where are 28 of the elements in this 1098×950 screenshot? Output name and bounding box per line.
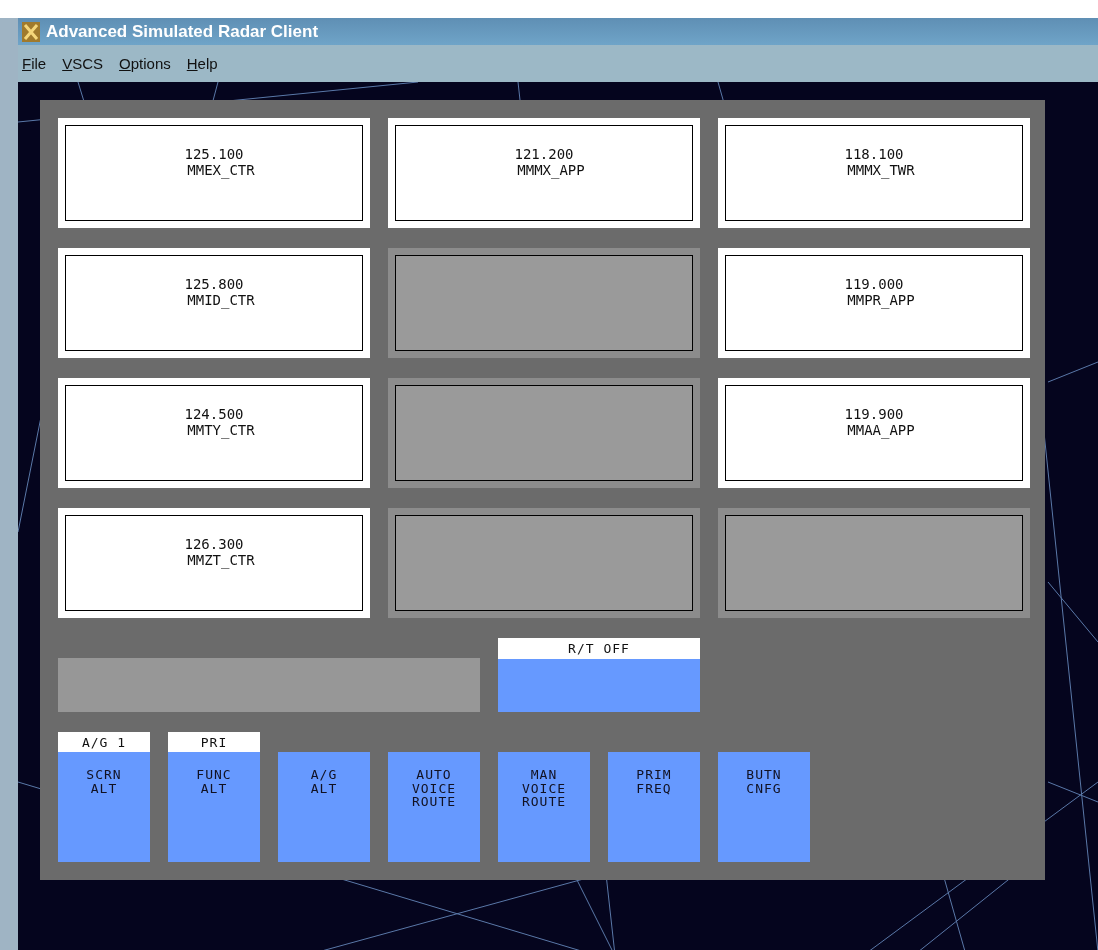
frequency-key[interactable]: 118.100 MMMX_TWR [718,118,1030,228]
function-key[interactable]: AUTO VOICE ROUTE [388,752,480,862]
frequency-key[interactable]: 121.200 MMMX_APP [388,118,700,228]
function-key[interactable]: PRIM FREQ [608,752,700,862]
menu-item[interactable]: Options [119,55,171,72]
frequency-key[interactable]: 124.500 MMTY_CTR [58,378,370,488]
key-status-label: PRI [168,732,260,752]
function-key[interactable]: FUNC ALT [168,752,260,862]
window-title: Advanced Simulated Radar Client [46,21,319,42]
key-status-label: A/G 1 [58,732,150,752]
empty-key[interactable] [388,248,700,358]
frequency-key[interactable]: 125.100 MMEX_CTR [58,118,370,228]
menu-item[interactable]: VSCS [62,55,104,72]
frequency-key[interactable]: 125.800 MMID_CTR [58,248,370,358]
empty-key[interactable] [388,378,700,488]
empty-key[interactable] [718,508,1030,618]
rt-status-label: R/T OFF [498,638,700,659]
menu-item[interactable]: File [22,55,47,72]
function-key[interactable]: MAN VOICE ROUTE [498,752,590,862]
app-icon [22,21,40,42]
function-key[interactable]: BUTN CNFG [718,752,810,862]
menu-item[interactable]: Help [186,55,218,72]
frequency-key[interactable]: 126.300 MMZT_CTR [58,508,370,618]
function-key[interactable]: A/G ALT [278,752,370,862]
frequency-key[interactable]: 119.900 MMAA_APP [718,378,1030,488]
function-key[interactable]: SCRN ALT [58,752,150,862]
empty-key[interactable] [388,508,700,618]
frequency-key[interactable]: 119.000 MMPR_APP [718,248,1030,358]
